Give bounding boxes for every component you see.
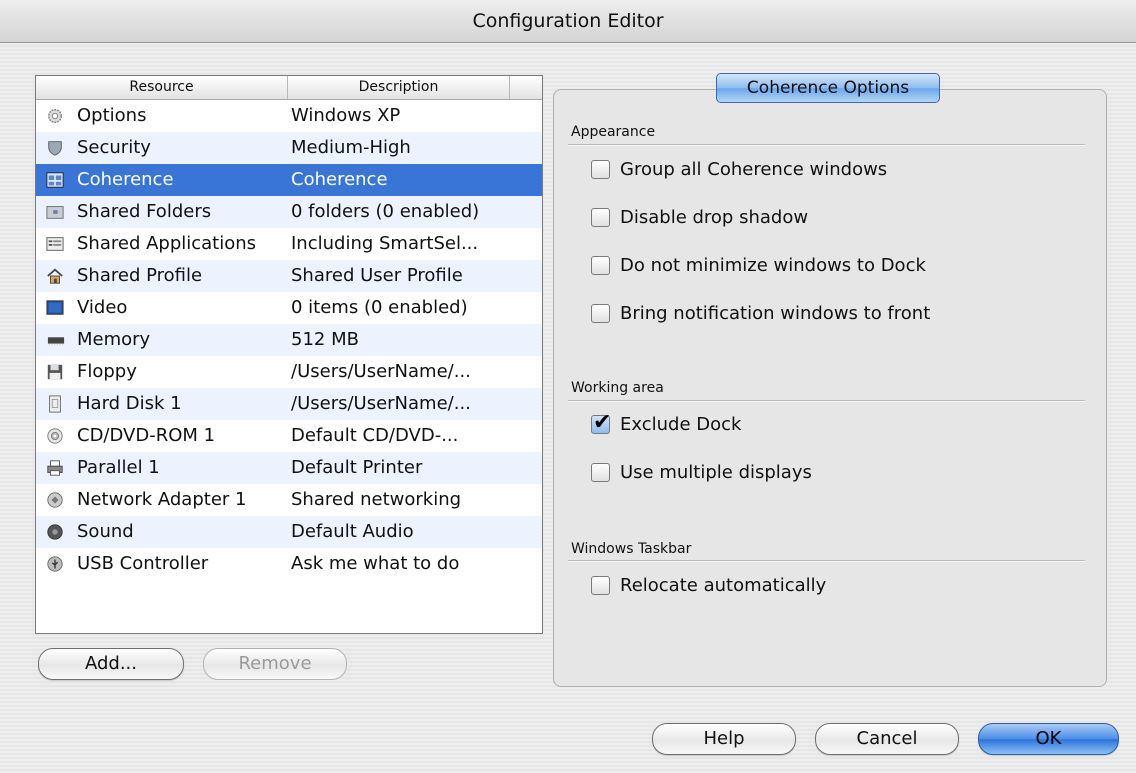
- shield-icon: [45, 139, 65, 157]
- list-item-sound[interactable]: Sound Default Audio: [36, 516, 542, 548]
- section-divider: [568, 400, 1085, 402]
- resource-description: Windows XP: [291, 105, 401, 126]
- window-title: Configuration Editor: [0, 0, 1136, 43]
- list-item-hard-disk-1[interactable]: Hard Disk 1/Users/UserName/...: [36, 388, 542, 420]
- list-item-coherence[interactable]: Coherence Coherence: [36, 164, 542, 196]
- add-button[interactable]: Add...: [38, 648, 184, 680]
- resource-name: Security: [77, 137, 151, 158]
- list-item-memory[interactable]: Memory 512 MB: [36, 324, 542, 356]
- checkbox[interactable]: [591, 256, 610, 275]
- resource-name: USB Controller: [77, 553, 209, 574]
- list-item-parallel-1[interactable]: Parallel 1 Default Printer: [36, 452, 542, 484]
- resource-name: Hard Disk 1: [77, 393, 182, 414]
- usb-icon: [45, 555, 65, 573]
- resource-name: Sound: [77, 521, 134, 542]
- checkbox[interactable]: [591, 304, 610, 323]
- column-header-resource[interactable]: Resource: [36, 76, 288, 99]
- resource-name: CD/DVD-ROM 1: [77, 425, 216, 446]
- checkbox[interactable]: [591, 160, 610, 179]
- section-title-windows-taskbar: Windows Taskbar: [571, 541, 692, 557]
- resource-name: Video: [77, 297, 128, 318]
- resource-description: Default Audio: [291, 521, 414, 542]
- resource-description: Shared User Profile: [291, 265, 463, 286]
- checkbox[interactable]: [591, 463, 610, 482]
- resource-list[interactable]: Resource Description Options Windows XP Se…: [35, 75, 543, 634]
- cancel-button[interactable]: Cancel: [815, 723, 959, 755]
- option-label[interactable]: Exclude Dock: [620, 413, 741, 437]
- monitor-icon: [45, 299, 65, 317]
- checkbox[interactable]: [591, 208, 610, 227]
- resource-name: Shared Applications: [77, 233, 257, 254]
- resource-name: Options: [77, 105, 147, 126]
- resource-description: Shared networking: [291, 489, 462, 510]
- folder-icon: [45, 203, 65, 221]
- list-item-options[interactable]: Options Windows XP: [36, 100, 542, 132]
- resource-name: Shared Folders: [77, 201, 212, 222]
- hard-disk-icon: [45, 395, 65, 413]
- checkbox[interactable]: [591, 576, 610, 595]
- list-item-network-adapter-1[interactable]: Network Adapter 1 Shared networking: [36, 484, 542, 516]
- resource-name: Network Adapter 1: [77, 489, 247, 510]
- resource-name: Shared Profile: [77, 265, 203, 286]
- option-label[interactable]: Bring notification windows to front: [620, 302, 930, 326]
- checkmark-icon: ✔: [593, 410, 612, 435]
- list-item-video[interactable]: Video 0 items (0 enabled): [36, 292, 542, 324]
- resource-description: 512 MB: [291, 329, 359, 350]
- list-item-shared-profile[interactable]: Shared Profile Shared User Profile: [36, 260, 542, 292]
- printer-icon: [45, 459, 65, 477]
- resource-description: Including SmartSel...: [291, 233, 479, 254]
- applications-icon: [45, 235, 65, 253]
- list-item-shared-applications[interactable]: Shared Applications Including SmartSel...: [36, 228, 542, 260]
- resource-name: Coherence: [77, 169, 174, 190]
- ok-button[interactable]: OK: [978, 723, 1119, 755]
- resource-description: /Users/UserName/...: [291, 393, 471, 414]
- speaker-icon: [45, 523, 65, 541]
- option-label[interactable]: Disable drop shadow: [620, 206, 808, 230]
- list-item-security[interactable]: Security Medium-High: [36, 132, 542, 164]
- list-header: Resource Description: [36, 76, 542, 100]
- option-label[interactable]: Use multiple displays: [620, 461, 812, 485]
- section-title-appearance: Appearance: [571, 124, 656, 140]
- resource-description: Default CD/DVD-...: [291, 425, 459, 446]
- list-item-cd-dvd-rom-1[interactable]: CD/DVD-ROM 1 Default CD/DVD-...: [36, 420, 542, 452]
- resource-description: 0 items (0 enabled): [291, 297, 468, 318]
- house-icon: [45, 267, 65, 285]
- section-divider: [568, 560, 1085, 562]
- remove-button[interactable]: Remove: [203, 648, 347, 680]
- resource-description: Coherence: [291, 169, 388, 190]
- resource-name: Parallel 1: [77, 457, 160, 478]
- gear-icon: [45, 107, 65, 125]
- option-label[interactable]: Do not minimize windows to Dock: [620, 254, 926, 278]
- network-icon: [45, 491, 65, 509]
- help-button[interactable]: Help: [652, 723, 796, 755]
- tab-coherence-options[interactable]: Coherence Options: [716, 73, 940, 103]
- resource-description: Medium-High: [291, 137, 411, 158]
- list-item-shared-folders[interactable]: Shared Folders 0 folders (0 enabled): [36, 196, 542, 228]
- list-rows: Options Windows XP Security Medium-High Cohe…: [36, 100, 542, 580]
- resource-description: 0 folders (0 enabled): [291, 201, 480, 222]
- section-title-working-area: Working area: [571, 380, 664, 396]
- list-item-usb-controller[interactable]: USB Controller Ask me what to do: [36, 548, 542, 580]
- resource-name: Floppy: [77, 361, 137, 382]
- section-divider: [568, 144, 1085, 146]
- cd-icon: [45, 427, 65, 445]
- resource-description: Ask me what to do: [291, 553, 460, 574]
- list-item-floppy[interactable]: Floppy/Users/UserName/...: [36, 356, 542, 388]
- memory-icon: [45, 331, 65, 349]
- option-label[interactable]: Relocate automatically: [620, 574, 826, 598]
- checkbox-checked[interactable]: ✔: [591, 410, 611, 435]
- option-label[interactable]: Group all Coherence windows: [620, 158, 887, 182]
- coherence-icon: [45, 171, 65, 189]
- floppy-icon: [45, 363, 65, 381]
- resource-name: Memory: [77, 329, 151, 350]
- resource-description: Default Printer: [291, 457, 423, 478]
- resource-description: /Users/UserName/...: [291, 361, 471, 382]
- column-header-description[interactable]: Description: [288, 76, 510, 99]
